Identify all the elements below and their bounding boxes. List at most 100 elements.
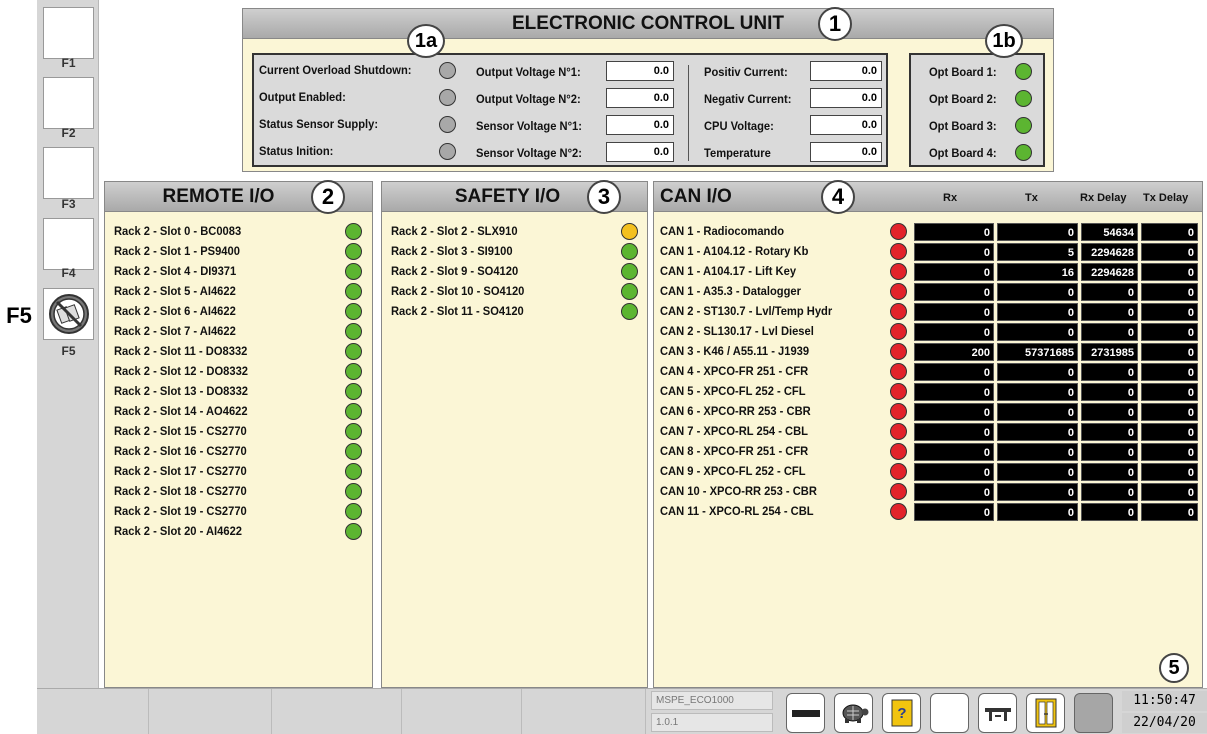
can-rx-delay-cell: 0 bbox=[1081, 403, 1138, 421]
can-row-led bbox=[890, 223, 907, 240]
remote-io-row-led bbox=[345, 483, 362, 500]
f3-label: F3 bbox=[61, 197, 76, 211]
help-button[interactable]: ? bbox=[882, 693, 921, 733]
remote-io-panel: REMOTE I/O Rack 2 - Slot 0 - BC0083 Rack … bbox=[104, 181, 373, 688]
can-tx-delay-cell: 0 bbox=[1141, 483, 1198, 501]
can-tx-cell: 0 bbox=[997, 303, 1078, 321]
voltage-label: Output Voltage N°1: bbox=[476, 65, 581, 79]
can-tx-cell: 0 bbox=[997, 383, 1078, 401]
opt-board-led bbox=[1015, 63, 1032, 80]
can-row-label: CAN 3 - K46 / A55.11 - J1939 bbox=[660, 344, 810, 358]
safety-io-row-label: Rack 2 - Slot 2 - SLX910 bbox=[391, 224, 518, 238]
ecu-status-led bbox=[439, 143, 456, 160]
can-row-label: CAN 6 - XPCO-RR 253 - CBR bbox=[660, 404, 811, 418]
turtle-icon bbox=[842, 704, 868, 723]
grey-button[interactable] bbox=[1074, 693, 1113, 733]
can-tx-cell: 16 bbox=[997, 263, 1078, 281]
can-rx-delay-cell: 54634 bbox=[1081, 223, 1138, 241]
remote-io-row-label: Rack 2 - Slot 16 - CS2770 bbox=[114, 444, 247, 458]
f1-key[interactable] bbox=[43, 7, 94, 59]
voltage-label: Output Voltage N°2: bbox=[476, 92, 581, 106]
ecu-title: ELECTRONIC CONTROL UNIT bbox=[243, 9, 1053, 39]
can-rx-delay-cell: 0 bbox=[1081, 363, 1138, 381]
can-row-label: CAN 1 - A104.12 - Rotary Kb bbox=[660, 244, 809, 258]
can-tx-delay-cell: 0 bbox=[1141, 323, 1198, 341]
can-row-led bbox=[890, 503, 907, 520]
remote-io-row-label: Rack 2 - Slot 11 - DO8332 bbox=[114, 344, 248, 358]
remote-io-row-label: Rack 2 - Slot 13 - DO8332 bbox=[114, 384, 248, 398]
status-segment bbox=[272, 689, 402, 734]
can-tx-cell: 0 bbox=[997, 363, 1078, 381]
remote-io-row-label: Rack 2 - Slot 7 - AI4622 bbox=[114, 324, 236, 338]
minus-button[interactable] bbox=[786, 693, 825, 733]
remote-io-row-led bbox=[345, 323, 362, 340]
measure-label: Negativ Current: bbox=[704, 92, 792, 106]
remote-io-row-led bbox=[345, 363, 362, 380]
voltage-value: 0.0 bbox=[606, 88, 674, 108]
opt-board-led bbox=[1015, 90, 1032, 107]
ecu-status-label: Status Inition: bbox=[259, 144, 334, 158]
status-bar: MSPE_ECO1000 1.0.1 ? 11:50:47 22/04/20 bbox=[37, 688, 1207, 734]
can-tx-delay-cell: 0 bbox=[1141, 303, 1198, 321]
can-tx-cell: 0 bbox=[997, 323, 1078, 341]
blank-button[interactable] bbox=[930, 693, 969, 733]
opt-board-label: Opt Board 4: bbox=[929, 146, 997, 160]
can-tx-delay-cell: 0 bbox=[1141, 263, 1198, 281]
can-rx-cell: 0 bbox=[914, 363, 994, 381]
safety-io-callout: 3 bbox=[587, 180, 621, 214]
can-tx-delay-cell: 0 bbox=[1141, 503, 1198, 521]
measure-value: 0.0 bbox=[810, 88, 882, 108]
measure-label: Temperature bbox=[704, 146, 771, 160]
can-tx-cell: 0 bbox=[997, 423, 1078, 441]
measure-value: 0.0 bbox=[810, 115, 882, 135]
ecu-status-callout: 1a bbox=[407, 24, 445, 58]
can-row-led bbox=[890, 243, 907, 260]
remote-io-row-led bbox=[345, 423, 362, 440]
remote-io-row-led bbox=[345, 503, 362, 520]
can-row-label: CAN 4 - XPCO-FR 251 - CFR bbox=[660, 364, 809, 378]
col-tx-delay: Tx Delay bbox=[1143, 192, 1189, 204]
can-tx-delay-cell: 0 bbox=[1141, 363, 1198, 381]
can-rx-cell: 0 bbox=[914, 323, 994, 341]
remote-io-row-led bbox=[345, 383, 362, 400]
can-rx-cell: 0 bbox=[914, 283, 994, 301]
remote-io-row-label: Rack 2 - Slot 12 - DO8332 bbox=[114, 364, 248, 378]
col-rx: Rx bbox=[943, 192, 958, 204]
can-tx-delay-cell: 0 bbox=[1141, 343, 1198, 361]
f3-key[interactable] bbox=[43, 147, 94, 199]
slow-mode-button[interactable] bbox=[834, 693, 873, 733]
can-row-led bbox=[890, 483, 907, 500]
opt-board-label: Opt Board 1: bbox=[929, 65, 997, 79]
f4-key[interactable] bbox=[43, 218, 94, 270]
ecu-panel: ELECTRONIC CONTROL UNIT Current Overload… bbox=[242, 8, 1054, 172]
can-tx-delay-cell: 0 bbox=[1141, 223, 1198, 241]
statusbar-callout: 5 bbox=[1159, 653, 1189, 683]
remote-io-row-led bbox=[345, 403, 362, 420]
safety-io-row-led bbox=[621, 303, 638, 320]
clock-date: 22/04/20 bbox=[1122, 713, 1207, 733]
can-rx-cell: 0 bbox=[914, 443, 994, 461]
remote-io-callout: 2 bbox=[311, 180, 345, 214]
can-row-led bbox=[890, 423, 907, 440]
opt-board-label: Opt Board 3: bbox=[929, 119, 997, 133]
bench-button[interactable] bbox=[978, 693, 1017, 733]
remote-io-row-led bbox=[345, 223, 362, 240]
f2-key[interactable] bbox=[43, 77, 94, 129]
safety-io-row-label: Rack 2 - Slot 11 - SO4120 bbox=[391, 304, 524, 318]
can-io-header: CAN I/O Rx Tx Rx Delay Tx Delay bbox=[654, 182, 1202, 212]
no-modules-icon bbox=[48, 294, 89, 334]
can-tx-cell: 0 bbox=[997, 223, 1078, 241]
ecu-status-led bbox=[439, 116, 456, 133]
can-rx-cell: 200 bbox=[914, 343, 994, 361]
f5-key[interactable] bbox=[43, 288, 94, 340]
ecu-callout: 1 bbox=[818, 7, 852, 41]
opt-board-callout: 1b bbox=[985, 24, 1023, 58]
remote-io-row-label: Rack 2 - Slot 19 - CS2770 bbox=[114, 504, 247, 518]
f5-callout: F5 bbox=[6, 303, 32, 328]
can-tx-cell: 0 bbox=[997, 443, 1078, 461]
can-tx-cell: 0 bbox=[997, 283, 1078, 301]
can-rx-delay-cell: 2731985 bbox=[1081, 343, 1138, 361]
version-label: 1.0.1 bbox=[651, 713, 773, 732]
can-rx-cell: 0 bbox=[914, 463, 994, 481]
door-button[interactable] bbox=[1026, 693, 1065, 733]
